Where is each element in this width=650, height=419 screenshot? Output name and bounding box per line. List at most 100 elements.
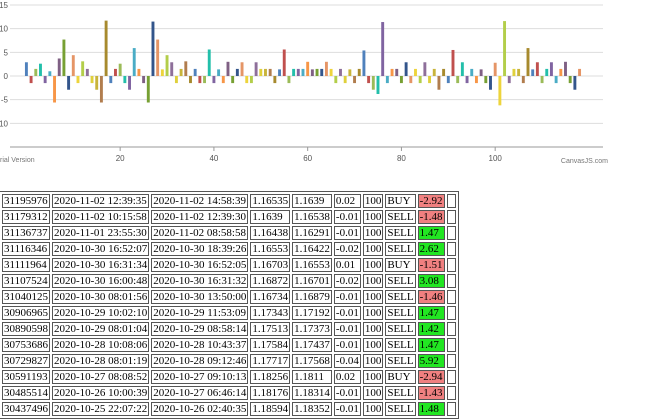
bar: [71, 55, 75, 76]
bar: [409, 76, 413, 84]
open-price-cell: 1.18176: [250, 386, 291, 400]
open-price-cell: 1.16535: [250, 194, 291, 208]
trade-type-cell: SELL: [385, 338, 416, 352]
bar: [104, 20, 108, 76]
bar: [160, 69, 164, 76]
ticket-cell: 30437496: [2, 402, 50, 416]
open-price-cell: 1.16872: [250, 274, 291, 288]
bar: [81, 61, 85, 76]
close-time-cell: 2020-11-02 08:58:58: [151, 226, 249, 240]
y-tick-label: 5: [4, 48, 9, 57]
bar: [287, 76, 291, 84]
profit-cell: 3.08: [417, 274, 445, 288]
close-price-cell: 1.16538: [292, 210, 332, 224]
table-row: 6311075242020-10-30 16:00:482020-10-30 1…: [0, 274, 456, 288]
watermark-left: rial Version: [0, 157, 35, 164]
bar: [526, 48, 530, 76]
bar: [184, 61, 188, 76]
profit-cell: -1.43: [417, 386, 445, 400]
quantity-cell: 100: [362, 306, 384, 320]
quantity-cell: 100: [362, 210, 384, 224]
bar: [512, 68, 516, 76]
close-price-cell: 1.1639: [292, 194, 332, 208]
trade-type-cell: SELL: [385, 322, 416, 336]
lots-cell: -0.01: [333, 290, 361, 304]
bar: [48, 71, 52, 76]
table-row: 14304374962020-10-25 22:07:222020-10-26 …: [0, 402, 456, 416]
bar: [156, 39, 160, 76]
bar: [39, 63, 42, 76]
open-time-cell: 2020-11-02 10:15:58: [52, 210, 150, 224]
bar: [118, 63, 122, 76]
bar: [76, 76, 80, 84]
close-time-cell: 2020-10-27 06:46:14: [151, 386, 249, 400]
bar: [456, 76, 460, 84]
bar: [479, 69, 483, 76]
ticket-cell: 31179312: [2, 210, 50, 224]
bar: [353, 76, 357, 84]
table-row: 12305911932020-10-27 08:08:522020-10-27 …: [0, 370, 456, 384]
bar: [282, 49, 286, 76]
close-time-cell: 2020-11-02 14:58:39: [151, 194, 249, 208]
bar: [329, 68, 333, 76]
profit-cell: -1.48: [417, 210, 445, 224]
trailing-empty-cell: [446, 386, 456, 400]
bar: [221, 76, 225, 84]
open-time-cell: 2020-10-30 16:52:07: [52, 242, 150, 256]
lots-cell: -0.01: [333, 386, 361, 400]
bar: [404, 62, 408, 76]
bar: [301, 68, 305, 76]
trailing-empty-cell: [446, 258, 456, 272]
bar: [95, 76, 99, 90]
bar: [315, 68, 319, 76]
table-row: 1311163462020-10-30 16:52:072020-10-30 1…: [0, 242, 456, 256]
close-time-cell: 2020-11-02 12:39:30: [151, 210, 249, 224]
bar: [264, 68, 267, 76]
lots-cell: -0.02: [333, 242, 361, 256]
table-row: 7310401252020-10-30 08:01:562020-10-30 1…: [0, 290, 456, 304]
quantity-cell: 100: [362, 226, 384, 240]
trailing-empty-cell: [446, 274, 456, 288]
trades-table-body: 1311959762020-11-02 12:39:352020-11-02 1…: [0, 194, 456, 416]
close-time-cell: 2020-10-30 13:50:00: [151, 290, 249, 304]
bar: [578, 68, 582, 76]
x-tick-label: 80: [397, 154, 406, 163]
bar: [57, 58, 61, 76]
trade-type-cell: SELL: [385, 274, 416, 288]
lots-cell: 0.02: [333, 194, 361, 208]
open-price-cell: 1.17343: [250, 306, 291, 320]
bar: [165, 55, 169, 76]
bar: [535, 62, 539, 76]
bar: [339, 68, 342, 76]
open-time-cell: 2020-10-29 08:01:04: [52, 322, 150, 336]
close-time-cell: 2020-10-30 16:52:05: [151, 258, 249, 272]
lots-cell: -0.01: [333, 322, 361, 336]
y-tick-label: 10: [0, 25, 9, 34]
close-price-cell: 1.17192: [292, 306, 332, 320]
ticket-cell: 30890598: [2, 322, 50, 336]
bar: [395, 68, 399, 76]
bar: [240, 62, 244, 76]
bar: [249, 76, 253, 84]
ticket-cell: 30485514: [2, 386, 50, 400]
lots-cell: -0.02: [333, 274, 361, 288]
bar: [268, 68, 272, 76]
table-row: 8309069652020-10-29 10:02:102020-10-29 1…: [0, 306, 456, 320]
open-price-cell: 1.16734: [250, 290, 291, 304]
table-row: 11307298272020-10-28 08:01:192020-10-28 …: [0, 354, 456, 368]
bar: [189, 76, 192, 84]
bar: [310, 69, 314, 76]
bar: [128, 76, 131, 90]
chart-svg: 15 10 5 0 -5 -10 20 40 60 80 100 rial Version Canvas…: [0, 1, 608, 165]
profit-cell: 1.47: [417, 226, 445, 240]
open-time-cell: 2020-10-29 10:02:10: [52, 306, 150, 320]
bar: [348, 69, 352, 76]
bar: [132, 48, 136, 76]
bar: [245, 76, 249, 84]
open-price-cell: 1.17513: [250, 322, 291, 336]
close-time-cell: 2020-10-30 16:31:32: [151, 274, 249, 288]
trailing-empty-cell: [446, 402, 456, 416]
bar: [399, 76, 403, 84]
bar: [343, 76, 347, 84]
y-tick-label: 0: [4, 72, 9, 81]
